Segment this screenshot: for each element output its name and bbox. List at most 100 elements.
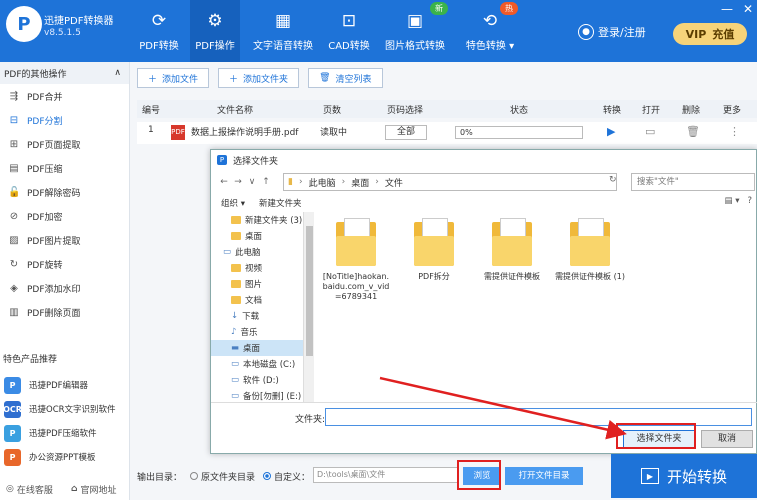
delete-icon[interactable]: 🗑 xyxy=(686,125,700,138)
tree-item[interactable]: ▭软件 (D:) xyxy=(211,372,314,388)
file-item-label: [NoTitle]haokan.baidu.com_v_vid=6789341 xyxy=(321,272,391,302)
product-icon: P xyxy=(4,425,21,442)
folder-open-icon[interactable]: ▭ xyxy=(645,125,655,138)
nav-text-speech[interactable]: ▦ 文字语音转换 xyxy=(252,0,314,62)
page-range-select[interactable]: 全部 xyxy=(385,125,427,140)
sidebar-item[interactable]: ▤PDF压缩 xyxy=(0,156,129,180)
close-icon[interactable]: ✕ xyxy=(743,2,753,16)
new-badge: 新 xyxy=(430,2,448,15)
back-arrow-icon[interactable]: ← xyxy=(217,177,231,187)
website-link[interactable]: ⌂官网地址 xyxy=(65,483,130,496)
col-range: 页码选择 xyxy=(387,103,423,116)
login-label: 登录/注册 xyxy=(598,24,646,40)
folder-icon xyxy=(231,296,241,304)
output-settings: 输出目录： 原文件夹目录 自定义： D:\tools\桌面\文件 xyxy=(137,466,310,486)
sidebar-header[interactable]: PDF的其他操作 ∧ xyxy=(0,62,129,84)
table-row[interactable]: 1 PDF 数据上报操作说明手册.pdf 读取中 全部 0% ▶ ▭ 🗑 ⋮ xyxy=(137,122,757,144)
nav-cad-convert[interactable]: ⊡ CAD转换 xyxy=(326,0,372,62)
gear-icon: ⚙ xyxy=(207,11,222,31)
tree-item[interactable]: ▬桌面 xyxy=(211,340,314,356)
sidebar-item[interactable]: ⇶PDF合并 xyxy=(0,84,129,108)
add-file-label: 添加文件 xyxy=(162,72,198,85)
tree-scroll-thumb[interactable] xyxy=(306,226,313,356)
col-more: 更多 xyxy=(723,103,741,116)
new-folder-button[interactable]: 新建文件夹 xyxy=(259,197,302,209)
row-pages: 读取中 xyxy=(320,125,347,138)
sidebar-item-label: PDF压缩 xyxy=(27,162,63,175)
recommend-item[interactable]: P迅捷PDF压缩软件 xyxy=(4,422,124,444)
tree-scrollbar[interactable] xyxy=(303,212,314,402)
sidebar-item[interactable]: ⊞PDF页面提取 xyxy=(0,132,129,156)
view-mode-icon[interactable]: ▤ ▾ xyxy=(724,196,739,206)
add-folder-button[interactable]: ＋添加文件夹 xyxy=(218,68,299,88)
play-icon[interactable]: ▶ xyxy=(607,125,615,138)
tree-item[interactable]: 新建文件夹 (3) xyxy=(211,212,314,228)
sidebar-item[interactable]: ▨PDF图片提取 xyxy=(0,228,129,252)
forward-arrow-icon[interactable]: → xyxy=(231,177,245,187)
start-convert-button[interactable]: ▶ 开始转换 xyxy=(611,454,757,498)
folder-icon xyxy=(231,264,241,272)
app-version: v8.5.1.5 xyxy=(44,28,81,38)
nav-pdf-convert[interactable]: ⟳ PDF转换 xyxy=(136,0,182,62)
cancel-button[interactable]: 取消 xyxy=(701,430,753,448)
vip-recharge-button[interactable]: VIP 充值 xyxy=(673,23,747,45)
sidebar-item[interactable]: 🔓PDF解除密码 xyxy=(0,180,129,204)
nav-pdf-operation[interactable]: ⚙ PDF操作 xyxy=(190,0,240,62)
radio-custom[interactable] xyxy=(263,472,271,480)
col-open: 打开 xyxy=(642,103,660,116)
organize-menu[interactable]: 组织 ▾ xyxy=(221,197,245,209)
sidebar-item[interactable]: ▥PDF删除页面 xyxy=(0,300,129,324)
file-item[interactable]: 需提供证件模板 xyxy=(477,218,547,282)
tree-item[interactable]: ▭此电脑 xyxy=(211,244,314,260)
up-arrow-icon[interactable]: ↑ xyxy=(259,177,273,187)
tree-item[interactable]: ♪音乐 xyxy=(211,324,314,340)
tree-item[interactable]: ↓下载 xyxy=(211,308,314,324)
output-path-field[interactable]: D:\tools\桌面\文件 xyxy=(313,467,458,483)
sidebar-item-label: PDF分割 xyxy=(27,114,63,127)
tree-item[interactable]: 文档 xyxy=(211,292,314,308)
radio-source-folder[interactable] xyxy=(190,472,198,480)
nav-label: 特色转换 ▾ xyxy=(466,37,514,52)
more-icon[interactable]: ⋮ xyxy=(729,125,740,138)
tree-item-label: 桌面 xyxy=(243,342,260,354)
dropdown-icon[interactable]: ∨ xyxy=(245,177,259,187)
sidebar-item-label: PDF合并 xyxy=(27,90,63,103)
help-icon[interactable]: ? xyxy=(747,196,752,206)
login-button[interactable]: ● 登录/注册 xyxy=(578,24,646,40)
file-item[interactable]: 需提供证件模板 (1) xyxy=(555,218,625,282)
clear-list-button[interactable]: 🗑清空列表 xyxy=(308,68,382,88)
file-item[interactable]: PDF拆分 xyxy=(399,218,469,282)
tree-item-label: 新建文件夹 (3) xyxy=(245,214,302,226)
tree-item[interactable]: ▭备份[勿删] (E:) xyxy=(211,388,314,402)
address-bar[interactable]: ▮ › 此电脑 › 桌面 › 文件 xyxy=(283,173,617,191)
tree-item[interactable]: 视频 xyxy=(211,260,314,276)
music-icon: ♪ xyxy=(231,327,236,337)
folder-icon xyxy=(231,232,241,240)
folder-field-label: 文件夹: xyxy=(295,412,325,425)
refresh-icon[interactable]: ↻ xyxy=(609,175,617,185)
recommend-item[interactable]: OCR迅捷OCR文字识别软件 xyxy=(4,398,124,420)
path-this-pc[interactable]: 此电脑 xyxy=(309,176,336,189)
sidebar-item[interactable]: ◈PDF添加水印 xyxy=(0,276,129,300)
path-files[interactable]: 文件 xyxy=(385,176,403,189)
add-file-button[interactable]: ＋添加文件 xyxy=(137,68,209,88)
dialog-search-input[interactable]: 搜索"文件" xyxy=(631,173,755,191)
path-desktop[interactable]: 桌面 xyxy=(351,176,369,189)
tree-item[interactable]: 图片 xyxy=(211,276,314,292)
file-item[interactable]: [NoTitle]haokan.baidu.com_v_vid=6789341 xyxy=(321,218,391,302)
tree-item[interactable]: ▭本地磁盘 (C:) xyxy=(211,356,314,372)
audio-icon: ▦ xyxy=(275,11,291,31)
recommend-item[interactable]: P办公资源PPT模板 xyxy=(4,446,124,468)
minimize-icon[interactable]: — xyxy=(721,2,733,16)
recommend-item[interactable]: P迅捷PDF编辑器 xyxy=(4,374,124,396)
app-logo-icon: P xyxy=(6,6,42,42)
open-directory-button[interactable]: 打开文件目录 xyxy=(505,467,583,485)
path-separator-icon: › xyxy=(299,177,303,187)
tree-item[interactable]: 桌面 xyxy=(211,228,314,244)
tool-icon: 🔓 xyxy=(8,187,20,198)
online-service-link[interactable]: ◎在线客服 xyxy=(0,483,65,496)
tool-icon: ◈ xyxy=(8,283,20,294)
sidebar-item[interactable]: ⊟PDF分割 xyxy=(0,108,129,132)
sidebar-item[interactable]: ↻PDF旋转 xyxy=(0,252,129,276)
sidebar-item[interactable]: ⊘PDF加密 xyxy=(0,204,129,228)
